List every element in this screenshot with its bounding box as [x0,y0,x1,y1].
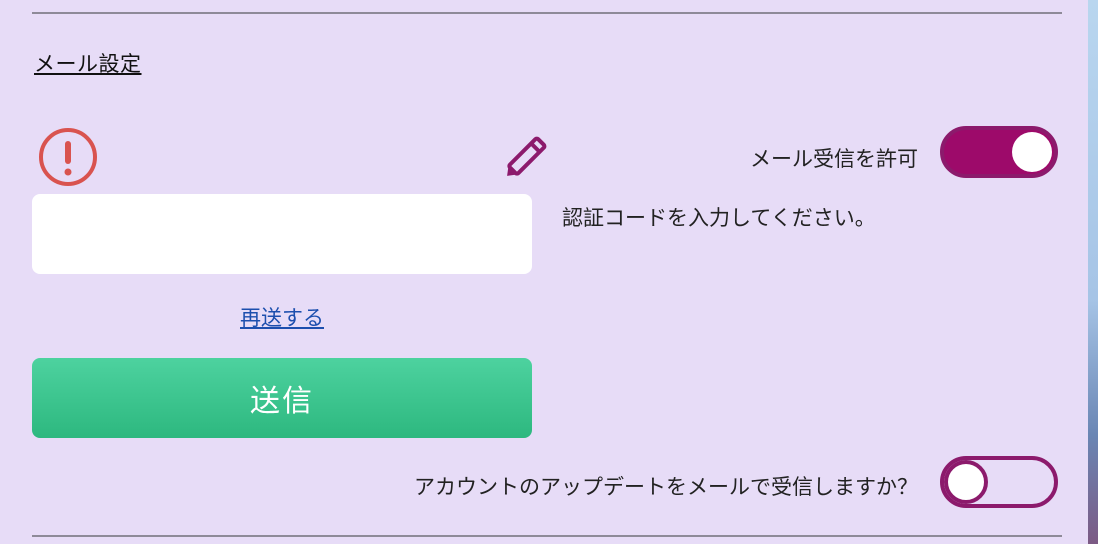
bottom-divider [32,535,1062,537]
allow-mail-toggle[interactable] [940,126,1058,178]
send-button[interactable]: 送信 [32,358,532,438]
exclamation-circle-icon [39,128,97,186]
account-updates-toggle[interactable] [940,456,1058,508]
allow-mail-label: メール受信を許可 [750,147,918,171]
section-title: メール設定 [34,52,142,76]
resend-link[interactable]: 再送する [32,302,532,332]
code-hint-text: 認証コードを入力してください。 [562,206,876,230]
toggle-knob [1012,132,1052,172]
toggle-knob [944,460,988,504]
window-edge-strip [1088,0,1098,544]
verification-code-input[interactable] [32,194,532,274]
pencil-icon[interactable] [498,126,560,182]
top-divider [32,12,1062,14]
account-updates-label: アカウントのアップデートをメールで受信しますか？ [414,475,918,499]
